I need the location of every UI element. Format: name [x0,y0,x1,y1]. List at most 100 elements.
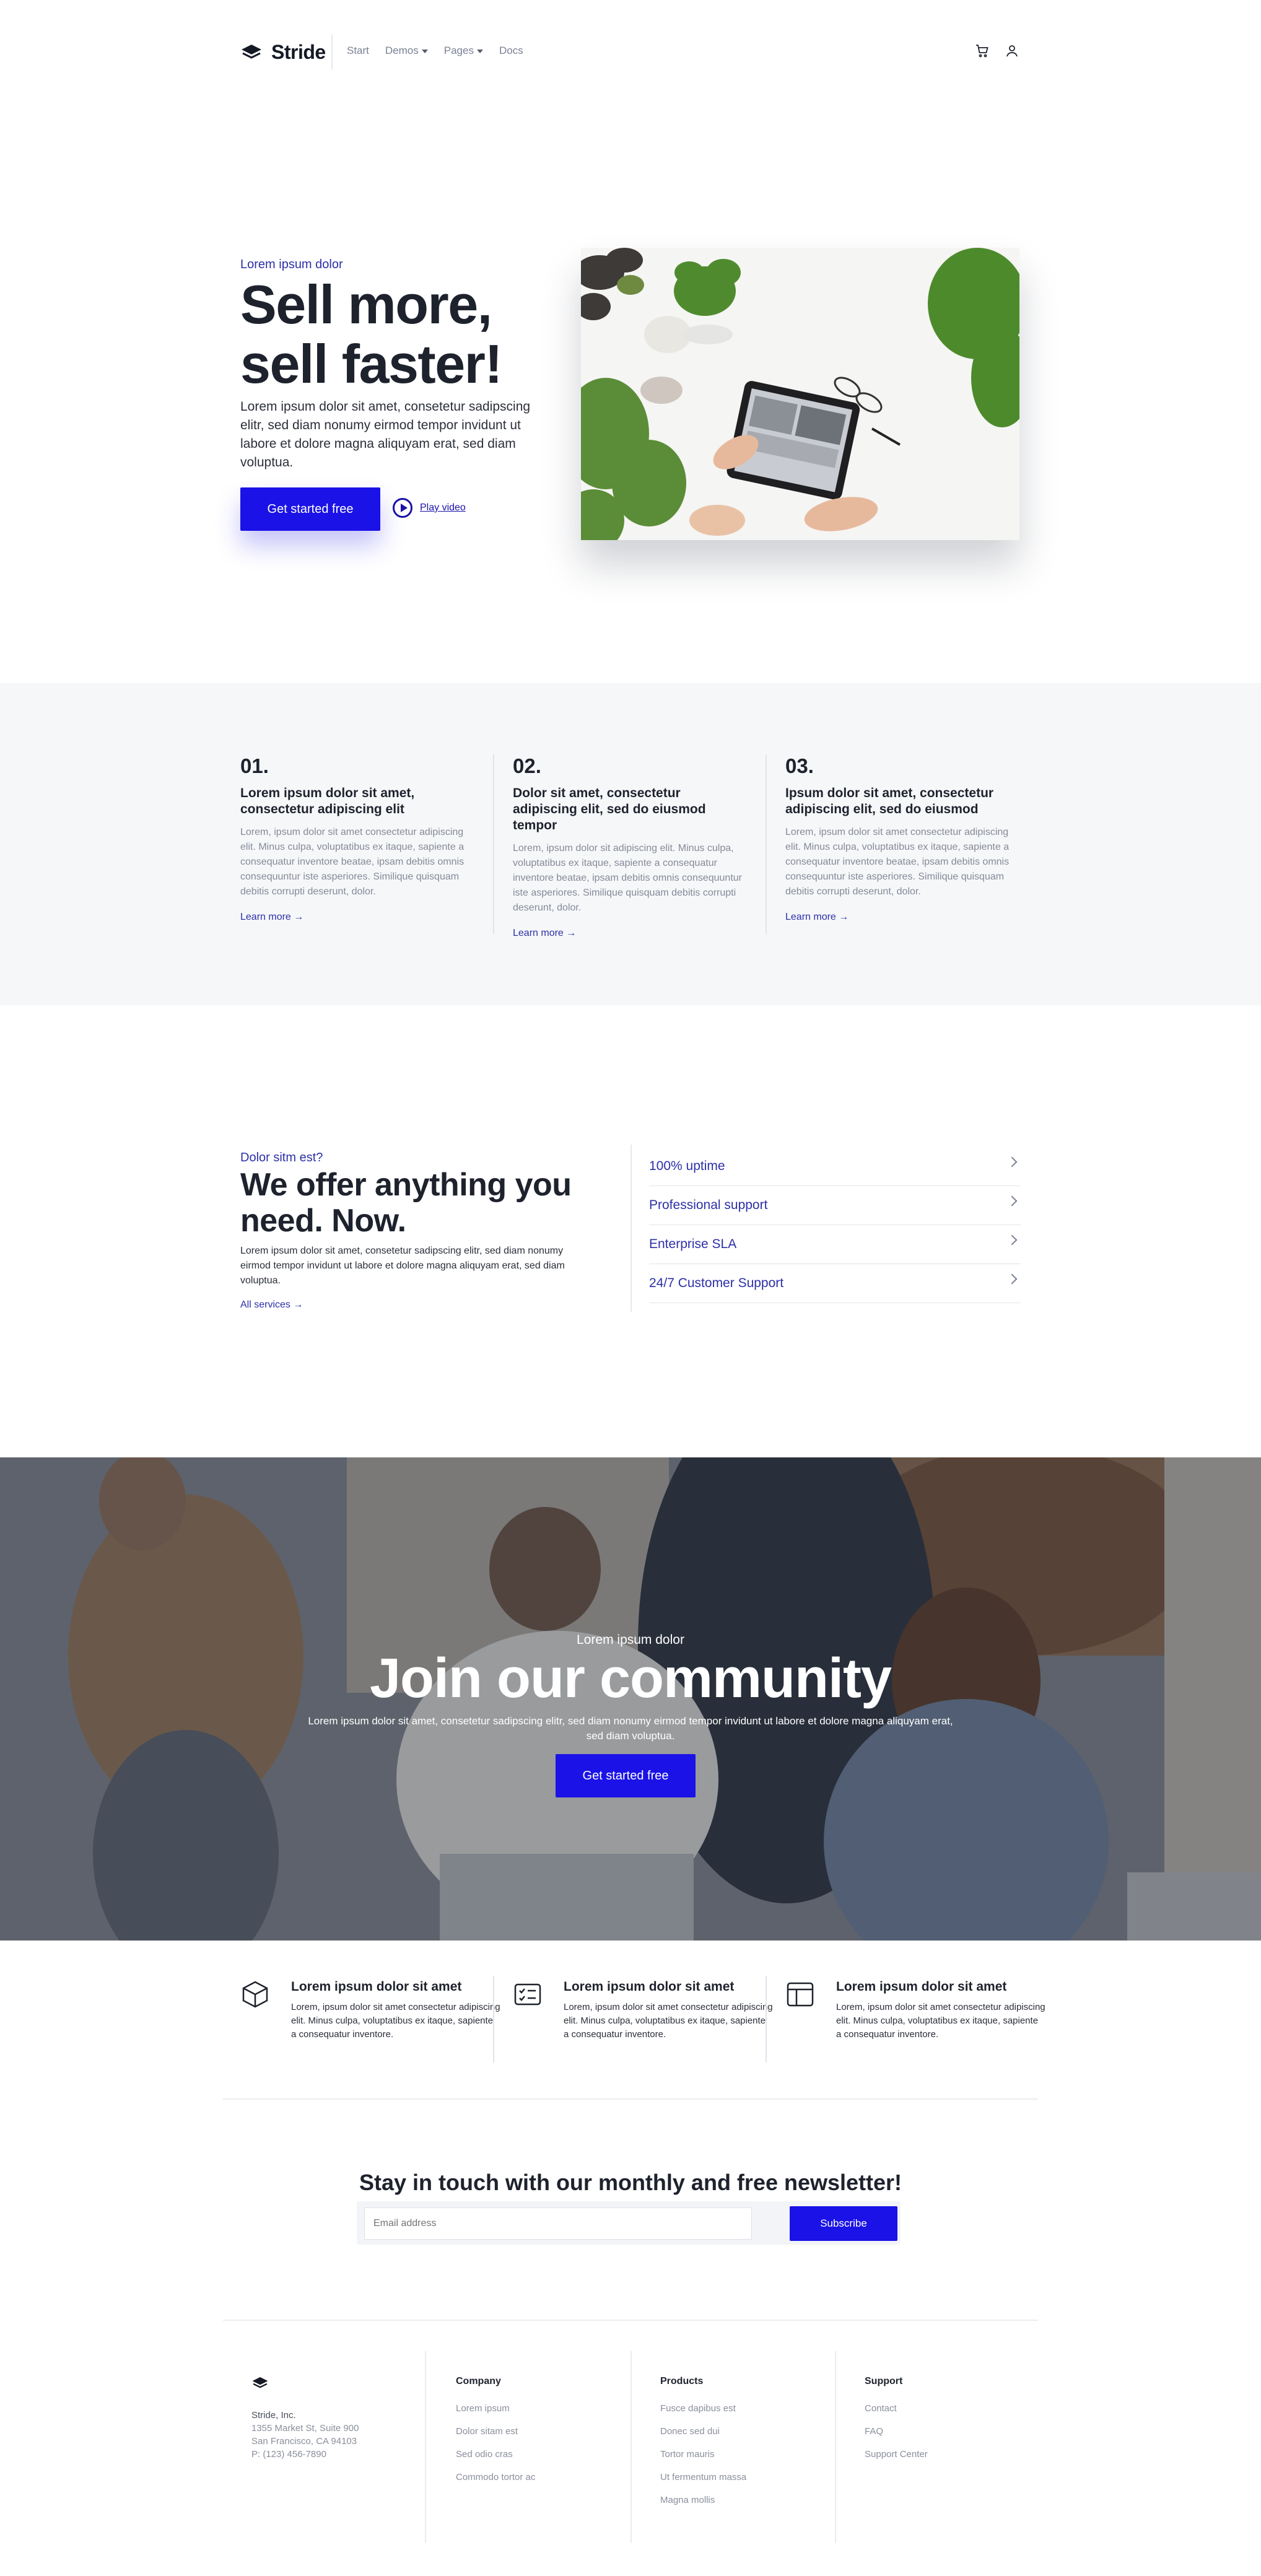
nav-link-demos-label: Demos [385,45,419,56]
hero-image [581,248,1019,540]
feature-body: Lorem ipsum dolor sit amet Lorem, ipsum … [564,1980,773,2041]
top-navbar: Stride Start Demos Pages Docs [0,0,1261,105]
services-title: We offer anything you need. Now. [240,1167,572,1239]
nav-link-start[interactable]: Start [347,45,369,57]
nav-icons [975,43,1019,58]
newsletter-title-pre: Stay in touch with our [359,2170,598,2195]
chevron-down-icon [476,49,483,53]
footer-link[interactable]: Lorem ipsum [456,2403,535,2414]
service-label: Enterprise SLA [649,1237,737,1251]
nav-links: Start Demos Pages Docs [347,45,523,57]
stack-logo-icon [242,44,261,59]
step-title: Dolor sit amet, consectetur adipiscing e… [513,786,706,832]
footer-heading: Company [456,2376,501,2386]
checklist-icon [514,1983,541,2006]
step-number: 03. [785,754,814,777]
column-divider [493,1976,494,2063]
service-label: 100% uptime [649,1159,725,1173]
step-text: Lorem, ipsum dolor sit amet consectetur … [785,827,1010,897]
step-text: Lorem, ipsum dolor sit amet consectetur … [240,827,465,897]
address-line-1: 1355 Market St, Suite 900 [251,2423,359,2434]
footer-link[interactable]: Ut fermentum massa [660,2472,746,2482]
learn-more-link[interactable]: Learn more → [785,912,849,922]
feature-card-1: Lorem ipsum dolor sit amet Lorem, ipsum … [240,1980,500,2041]
layout-icon [787,1982,814,2007]
hero-title: Sell more, sell faster! [240,275,575,394]
play-video-link[interactable]: Play video [393,498,466,518]
footer-link[interactable]: Support Center [865,2449,928,2460]
community-title: Join our community [369,1648,892,1709]
nav-divider [331,35,333,69]
chevron-right-icon [1006,1234,1018,1246]
learn-more-link[interactable]: Learn more → [513,928,576,938]
footer-column-products: Products Fusce dapibus est Donec sed dui… [660,2376,746,2518]
service-item-uptime[interactable]: 100% uptime [649,1147,1021,1186]
footer-link[interactable]: Contact [865,2403,928,2414]
service-item-support[interactable]: Professional support [649,1186,1021,1225]
footer-divider [425,2351,426,2543]
nav-link-pages[interactable]: Pages [444,45,483,57]
footer-address: Stride, Inc. 1355 Market St, Suite 900 S… [251,2409,359,2461]
service-label: Professional support [649,1198,768,1212]
cart-icon[interactable] [975,43,990,58]
footer-link[interactable]: Tortor mauris [660,2449,746,2460]
services-divider [630,1145,632,1312]
play-icon [393,498,412,518]
user-icon[interactable] [1005,43,1019,58]
column-divider [493,754,494,934]
footer-link[interactable]: Magna mollis [660,2495,746,2505]
hero-photo-illustration [581,248,1019,540]
footer-divider [630,2351,632,2543]
learn-more-link[interactable]: Learn more → [240,912,303,922]
service-item-sla[interactable]: Enterprise SLA [649,1225,1021,1264]
footer-heading: Products [660,2376,704,2386]
brand-logo[interactable]: Stride [240,41,326,64]
services-description: Lorem ipsum dolor sit amet, consetetur s… [240,1246,565,1286]
feature-card-2: Lorem ipsum dolor sit amet Lorem, ipsum … [513,1980,773,2041]
footer-link[interactable]: Commodo tortor ac [456,2472,535,2482]
stack-logo-icon [252,2377,268,2388]
chevron-right-icon [1006,1195,1018,1207]
column-divider [766,754,767,934]
step-text: Lorem, ipsum dolor sit adipiscing elit. … [513,843,742,913]
footer-heading: Support [865,2376,903,2386]
community-kicker: Lorem ipsum dolor [577,1633,684,1647]
feature-card-3: Lorem ipsum dolor sit amet Lorem, ipsum … [785,1980,1045,2041]
newsletter-title: Stay in touch with our monthly and free … [0,2170,1261,2196]
service-label: 24/7 Customer Support [649,1276,784,1290]
hero-title-line1: Sell more, [240,274,492,335]
community-get-started-button[interactable]: Get started free [556,1754,696,1797]
services-list: 100% uptime Professional support Enterpr… [649,1147,1021,1303]
footer-link[interactable]: Sed odio cras [456,2449,535,2460]
feature-title: Lorem ipsum dolor sit amet [291,1980,462,1994]
service-item-customer-support[interactable]: 24/7 Customer Support [649,1264,1021,1303]
phone-number: P: (123) 456-7890 [251,2449,326,2460]
step-number: 02. [513,754,541,777]
section-divider [223,2098,1038,2100]
community-description: Lorem ipsum dolor sit amet, consetetur s… [308,1715,953,1742]
feature-title: Lorem ipsum dolor sit amet [836,1980,1007,1994]
nav-link-pages-label: Pages [443,45,474,56]
get-started-button[interactable]: Get started free [240,487,380,531]
nav-link-docs[interactable]: Docs [499,45,523,57]
footer-link[interactable]: Fusce dapibus est [660,2403,746,2414]
subscribe-button[interactable]: Subscribe [790,2206,897,2241]
footer-company-info: Stride, Inc. 1355 Market St, Suite 900 S… [251,2376,359,2461]
footer-divider [835,2351,836,2543]
footer-link[interactable]: Donec sed dui [660,2426,746,2437]
step-card-2: 02. Dolor sit amet, consectetur adipisci… [513,754,748,939]
feature-body: Lorem ipsum dolor sit amet Lorem, ipsum … [291,1980,500,2041]
step-title: Ipsum dolor sit amet, consectetur adipis… [785,786,994,816]
step-card-3: 03. Ipsum dolor sit amet, consectetur ad… [785,754,1021,923]
feature-title: Lorem ipsum dolor sit amet [564,1980,735,1994]
footer-link[interactable]: Dolor sitam est [456,2426,535,2437]
nav-link-demos[interactable]: Demos [385,45,428,57]
chevron-down-icon [421,49,428,53]
email-input[interactable] [364,2207,752,2240]
step-card-1: 01. Lorem ipsum dolor sit amet, consecte… [240,754,476,923]
all-services-link[interactable]: All services → [240,1299,303,1311]
footer-link[interactable]: FAQ [865,2426,928,2437]
column-divider [766,1976,767,2063]
address-line-2: San Francisco, CA 94103 [251,2436,357,2447]
step-title: Lorem ipsum dolor sit amet, consectetur … [240,786,415,816]
